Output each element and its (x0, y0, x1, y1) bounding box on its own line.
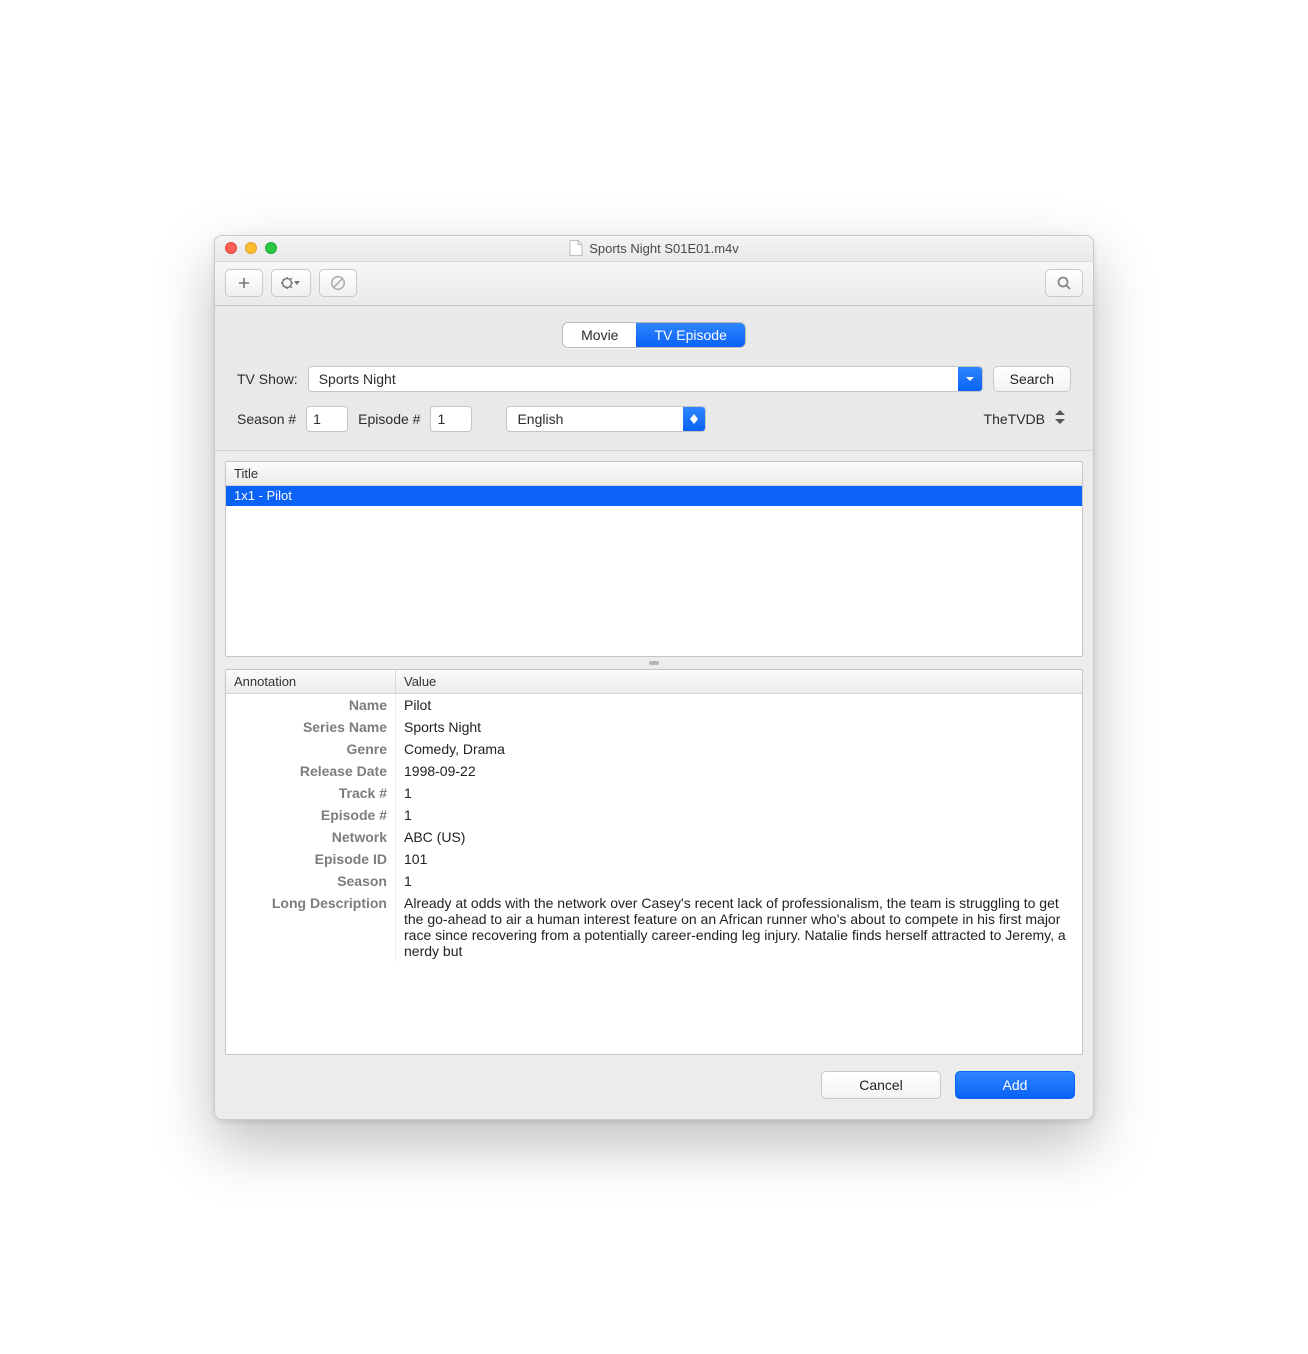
column-value[interactable]: Value (396, 670, 1082, 693)
language-popup-button[interactable] (683, 407, 705, 431)
type-segmented-control: Movie TV Episode (215, 306, 1093, 362)
segment-movie[interactable]: Movie (563, 323, 636, 347)
annotation-key: Network (226, 826, 396, 848)
annotation-value: Sports Night (396, 716, 1082, 738)
annotation-row[interactable]: Series NameSports Night (226, 716, 1082, 738)
results-list: Title 1x1 - Pilot (225, 461, 1083, 657)
zoom-button[interactable] (265, 242, 277, 254)
annotation-value: 1998-09-22 (396, 760, 1082, 782)
titlebar: Sports Night S01E01.m4v (215, 236, 1093, 262)
annotations-body[interactable]: NamePilotSeries NameSports NightGenreCom… (226, 694, 1082, 1054)
annotation-row[interactable]: Episode ID101 (226, 848, 1082, 870)
pane-splitter[interactable] (225, 657, 1083, 669)
episode-input[interactable]: 1 (430, 406, 472, 432)
annotation-key: Genre (226, 738, 396, 760)
annotation-row[interactable]: Long DescriptionAlready at odds with the… (226, 892, 1082, 962)
annotation-value: 1 (396, 782, 1082, 804)
updown-icon (1055, 410, 1065, 427)
toolbar (215, 262, 1093, 306)
annotation-key: Episode ID (226, 848, 396, 870)
annotation-value: 1 (396, 870, 1082, 892)
annotation-row[interactable]: Season1 (226, 870, 1082, 892)
annotation-value: 1 (396, 804, 1082, 826)
search-button[interactable]: Search (993, 366, 1071, 392)
season-input[interactable]: 1 (306, 406, 348, 432)
annotation-value: Already at odds with the network over Ca… (396, 892, 1082, 962)
window-controls (225, 242, 277, 254)
annotation-value: Pilot (396, 694, 1082, 716)
tvshow-value: Sports Night (319, 371, 396, 387)
annotation-key: Season (226, 870, 396, 892)
cancel-toolbar-button[interactable] (319, 269, 357, 297)
add-button[interactable]: Add (955, 1071, 1075, 1099)
document-icon (569, 240, 583, 256)
tvshow-combo[interactable]: Sports Night (308, 366, 983, 392)
annotation-row[interactable]: Release Date1998-09-22 (226, 760, 1082, 782)
annotation-key: Series Name (226, 716, 396, 738)
annotation-row[interactable]: Track #1 (226, 782, 1082, 804)
search-toolbar-button[interactable] (1045, 269, 1083, 297)
language-popup[interactable]: English (506, 406, 706, 432)
annotation-row[interactable]: Episode #1 (226, 804, 1082, 826)
source-popup[interactable]: TheTVDB (978, 410, 1071, 427)
annotation-key: Release Date (226, 760, 396, 782)
annotation-key: Episode # (226, 804, 396, 826)
annotation-row[interactable]: NamePilot (226, 694, 1082, 716)
result-row[interactable]: 1x1 - Pilot (226, 486, 1082, 506)
tvshow-dropdown-button[interactable] (958, 367, 982, 391)
column-annotation[interactable]: Annotation (226, 670, 396, 693)
close-button[interactable] (225, 242, 237, 254)
season-label: Season # (237, 411, 296, 427)
episode-label: Episode # (358, 411, 420, 427)
cancel-button[interactable]: Cancel (821, 1071, 941, 1099)
annotation-value: 101 (396, 848, 1082, 870)
add-toolbar-button[interactable] (225, 269, 263, 297)
language-value: English (517, 411, 563, 427)
annotation-row[interactable]: NetworkABC (US) (226, 826, 1082, 848)
annotation-key: Long Description (226, 892, 396, 962)
minimize-button[interactable] (245, 242, 257, 254)
search-sheet: Movie TV Episode TV Show: Sports Night S… (215, 306, 1093, 451)
tvshow-label: TV Show: (237, 371, 298, 387)
annotation-row[interactable]: GenreComedy, Drama (226, 738, 1082, 760)
segment-tv-episode[interactable]: TV Episode (636, 323, 744, 347)
window-title: Sports Night S01E01.m4v (589, 241, 739, 256)
annotation-value: Comedy, Drama (396, 738, 1082, 760)
settings-toolbar-button[interactable] (271, 269, 311, 297)
dialog-footer: Cancel Add (215, 1055, 1093, 1119)
panes: Title 1x1 - Pilot Annotation Value NameP… (215, 451, 1093, 1055)
annotation-key: Track # (226, 782, 396, 804)
annotation-key: Name (226, 694, 396, 716)
results-header[interactable]: Title (226, 462, 1082, 486)
source-value: TheTVDB (984, 411, 1045, 427)
results-body[interactable]: 1x1 - Pilot (226, 486, 1082, 656)
window: Sports Night S01E01.m4v Movie TV Episode (214, 235, 1094, 1120)
annotations-grid: Annotation Value NamePilotSeries NameSpo… (225, 669, 1083, 1055)
window-title-group: Sports Night S01E01.m4v (215, 240, 1093, 256)
annotation-value: ABC (US) (396, 826, 1082, 848)
